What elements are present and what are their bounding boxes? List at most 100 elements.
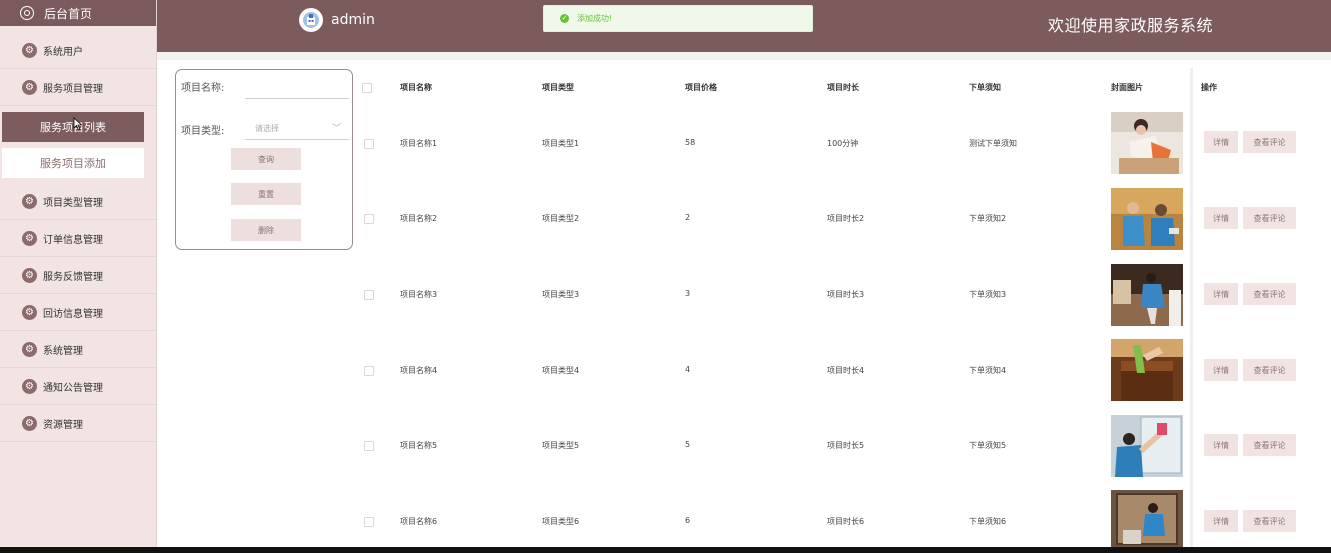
cover-image — [1111, 188, 1183, 250]
cell-price: 6 — [685, 516, 691, 525]
col-header-name: 项目名称 — [400, 83, 432, 92]
gear-icon: ⚙ — [22, 80, 37, 95]
sidebar-item-type-mgmt[interactable]: ⚙ 项目类型管理 — [0, 184, 156, 220]
cell-name: 项目名称6 — [400, 517, 438, 526]
col-header-notice: 下单须知 — [969, 83, 1001, 92]
sidebar-item-label: 系统用户 — [43, 47, 83, 58]
sidebar-item-revisit-mgmt[interactable]: ⚙ 回访信息管理 — [0, 295, 156, 331]
sidebar-item-label: 回访信息管理 — [43, 309, 103, 320]
sidebar-item-label: 订单信息管理 — [43, 235, 103, 246]
view-comments-button[interactable]: 查看评论 — [1243, 434, 1296, 456]
gear-icon: ⚙ — [22, 305, 37, 320]
gear-icon: ⚙ — [22, 231, 37, 246]
cell-type: 项目类型5 — [542, 441, 580, 450]
cell-price: 5 — [685, 440, 691, 449]
cell-notice: 测试下单须知 — [969, 139, 1017, 148]
cell-type: 项目类型4 — [542, 366, 580, 375]
project-type-label: 项目类型: — [181, 126, 225, 137]
gear-icon: ⚙ — [22, 43, 37, 58]
cell-duration: 项目时长3 — [827, 290, 865, 299]
view-comments-button[interactable]: 查看评论 — [1243, 283, 1296, 305]
sidebar-item-label: 项目类型管理 — [43, 198, 103, 209]
cell-price: 58 — [685, 138, 696, 147]
avatar — [299, 8, 323, 32]
sidebar-item-label: 系统管理 — [43, 346, 83, 357]
sidebar-item-label: 服务项目管理 — [43, 84, 103, 95]
col-header-type: 项目类型 — [542, 83, 574, 92]
cover-image — [1111, 112, 1183, 174]
sidebar-item-notice-mgmt[interactable]: ⚙ 通知公告管理 — [0, 369, 156, 405]
project-name-input[interactable] — [245, 76, 349, 99]
top-header: admin ✓ 添加成功! 欢迎使用家政服务系统 — [157, 0, 1331, 52]
view-comments-button[interactable]: 查看评论 — [1243, 359, 1296, 381]
user-info[interactable]: admin — [299, 8, 375, 32]
success-check-icon: ✓ — [560, 14, 569, 23]
row-checkbox[interactable] — [364, 441, 374, 451]
detail-button[interactable]: 详情 — [1204, 207, 1238, 229]
row-checkbox[interactable] — [364, 214, 374, 224]
project-type-select[interactable]: 请选择 ﹀ — [245, 118, 349, 140]
cell-duration: 项目时长6 — [827, 517, 865, 526]
sidebar-item-users[interactable]: ⚙ 系统用户 — [0, 33, 156, 69]
project-name-label: 项目名称: — [181, 83, 225, 94]
cell-price: 2 — [685, 213, 691, 222]
welcome-title: 欢迎使用家政服务系统 — [1047, 16, 1213, 35]
detail-button[interactable]: 详情 — [1204, 359, 1238, 381]
cell-notice: 下单须知2 — [969, 214, 1007, 223]
sidebar-home[interactable]: 后台首页 — [0, 0, 156, 26]
reset-button[interactable]: 重置 — [231, 183, 301, 205]
col-header-cover: 封面图片 — [1111, 83, 1143, 92]
toast-message: 添加成功! — [577, 14, 613, 23]
success-toast: ✓ 添加成功! — [543, 5, 813, 32]
sidebar-item-label: 服务反馈管理 — [43, 272, 103, 283]
cell-notice: 下单须知3 — [969, 290, 1007, 299]
cell-duration: 项目时长2 — [827, 214, 865, 223]
cell-notice: 下单须知5 — [969, 441, 1007, 450]
sidebar-sub-service-add[interactable]: 服务项目添加 — [2, 148, 144, 178]
row-checkbox[interactable] — [364, 517, 374, 527]
sidebar-item-service-mgmt[interactable]: ⚙ 服务项目管理 — [0, 70, 156, 106]
view-comments-button[interactable]: 查看评论 — [1243, 207, 1296, 229]
delete-button[interactable]: 删除 — [231, 219, 301, 241]
view-comments-button[interactable]: 查看评论 — [1243, 131, 1296, 153]
row-checkbox[interactable] — [364, 139, 374, 149]
select-all-checkbox[interactable] — [362, 83, 372, 93]
query-button[interactable]: 查询 — [231, 148, 301, 170]
actions-column-divider — [1190, 68, 1193, 548]
sidebar-item-label: 通知公告管理 — [43, 383, 103, 394]
sidebar-item-system-mgmt[interactable]: ⚙ 系统管理 — [0, 332, 156, 368]
row-checkbox[interactable] — [364, 366, 374, 376]
sidebar-item-feedback-mgmt[interactable]: ⚙ 服务反馈管理 — [0, 258, 156, 294]
sidebar-home-label: 后台首页 — [44, 6, 93, 21]
detail-button[interactable]: 详情 — [1204, 434, 1238, 456]
row-checkbox[interactable] — [364, 290, 374, 300]
sidebar-item-order-mgmt[interactable]: ⚙ 订单信息管理 — [0, 221, 156, 257]
gear-icon: ⚙ — [22, 379, 37, 394]
col-header-actions: 操作 — [1201, 83, 1217, 92]
cell-name: 项目名称1 — [400, 139, 438, 148]
gear-icon: ⚙ — [22, 268, 37, 283]
chevron-down-icon: ﹀ — [331, 124, 341, 134]
cover-image — [1111, 264, 1183, 326]
cell-type: 项目类型2 — [542, 214, 580, 223]
detail-button[interactable]: 详情 — [1204, 283, 1238, 305]
detail-button[interactable]: 详情 — [1204, 131, 1238, 153]
cell-name: 项目名称3 — [400, 290, 438, 299]
sidebar-sub-label: 服务项目添加 — [40, 157, 106, 170]
cover-image — [1111, 415, 1183, 477]
sidebar: 后台首页 ⚙ 系统用户 ⚙ 服务项目管理 服务项目列表 服务项目添加 ⚙ 项目类… — [0, 0, 157, 547]
cell-price: 4 — [685, 365, 691, 374]
gear-icon: ⚙ — [22, 194, 37, 209]
gear-icon: ⚙ — [22, 342, 37, 357]
mouse-pointer-icon — [73, 117, 83, 131]
cell-notice: 下单须知6 — [969, 517, 1007, 526]
sidebar-item-resource-mgmt[interactable]: ⚙ 资源管理 — [0, 406, 156, 442]
sidebar-item-label: 资源管理 — [43, 420, 83, 431]
cell-notice: 下单须知4 — [969, 366, 1007, 375]
view-comments-button[interactable]: 查看评论 — [1243, 510, 1296, 532]
col-header-price: 项目价格 — [685, 83, 717, 92]
cell-name: 项目名称2 — [400, 214, 438, 223]
header-divider — [157, 52, 1331, 60]
cell-type: 项目类型1 — [542, 139, 580, 148]
detail-button[interactable]: 详情 — [1204, 510, 1238, 532]
